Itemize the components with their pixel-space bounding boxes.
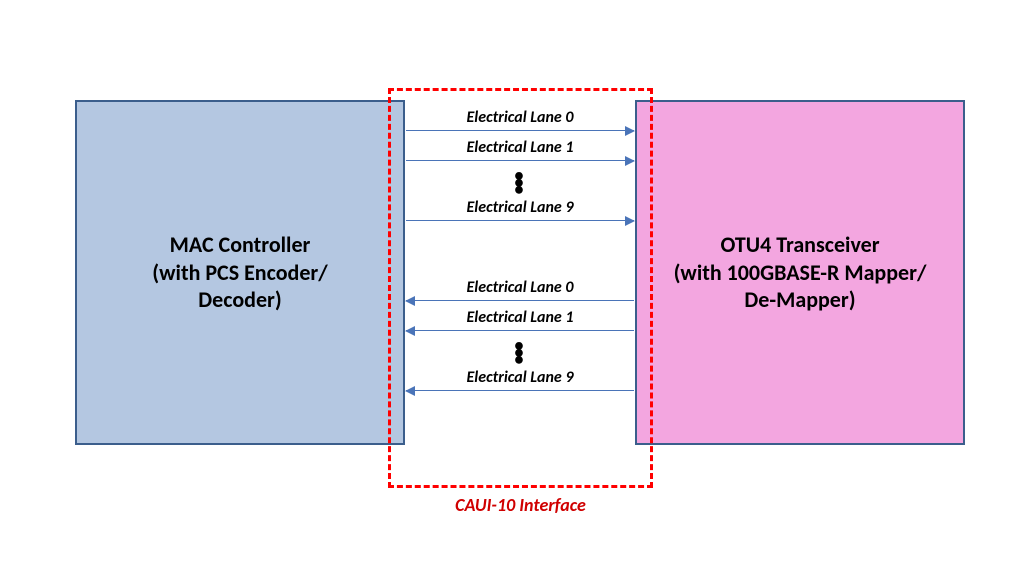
fwd-lane-9-arrow <box>406 220 634 221</box>
fwd-lane-0-arrow <box>406 130 634 131</box>
otu4-text: OTU4 Transceiver (with 100GBASE-R Mapper… <box>674 231 927 314</box>
rev-lane-1-label: Electrical Lane 1 <box>408 308 632 327</box>
rev-ellipsis: • • • <box>408 342 632 363</box>
rev-lane-9-arrow <box>406 390 634 391</box>
diagram-canvas: MAC Controller (with PCS Encoder/ Decode… <box>0 0 1024 576</box>
rev-lane-9-label: Electrical Lane 9 <box>408 368 632 387</box>
rev-lane-0-arrow <box>406 300 634 301</box>
mac-line1: MAC Controller <box>170 231 311 258</box>
fwd-lane-1-arrow <box>406 160 634 161</box>
otu4-line1: OTU4 Transceiver <box>720 231 879 258</box>
caui-10-interface-label: CAUI-10 Interface <box>388 494 653 516</box>
mac-line3: Decoder) <box>198 286 281 313</box>
fwd-ellipsis: • • • <box>408 172 632 193</box>
otu4-transceiver-block: OTU4 Transceiver (with 100GBASE-R Mapper… <box>635 100 965 445</box>
otu4-line2: (with 100GBASE-R Mapper/ <box>674 259 927 286</box>
rev-lane-0-label: Electrical Lane 0 <box>408 278 632 297</box>
fwd-lane-9-label: Electrical Lane 9 <box>408 198 632 217</box>
fwd-lane-1-label: Electrical Lane 1 <box>408 138 632 157</box>
otu4-line3: De-Mapper) <box>744 286 855 313</box>
mac-controller-text: MAC Controller (with PCS Encoder/ Decode… <box>152 231 327 314</box>
mac-line2: (with PCS Encoder/ <box>152 259 327 286</box>
rev-lane-1-arrow <box>406 330 634 331</box>
mac-controller-block: MAC Controller (with PCS Encoder/ Decode… <box>75 100 405 445</box>
fwd-lane-0-label: Electrical Lane 0 <box>408 108 632 127</box>
